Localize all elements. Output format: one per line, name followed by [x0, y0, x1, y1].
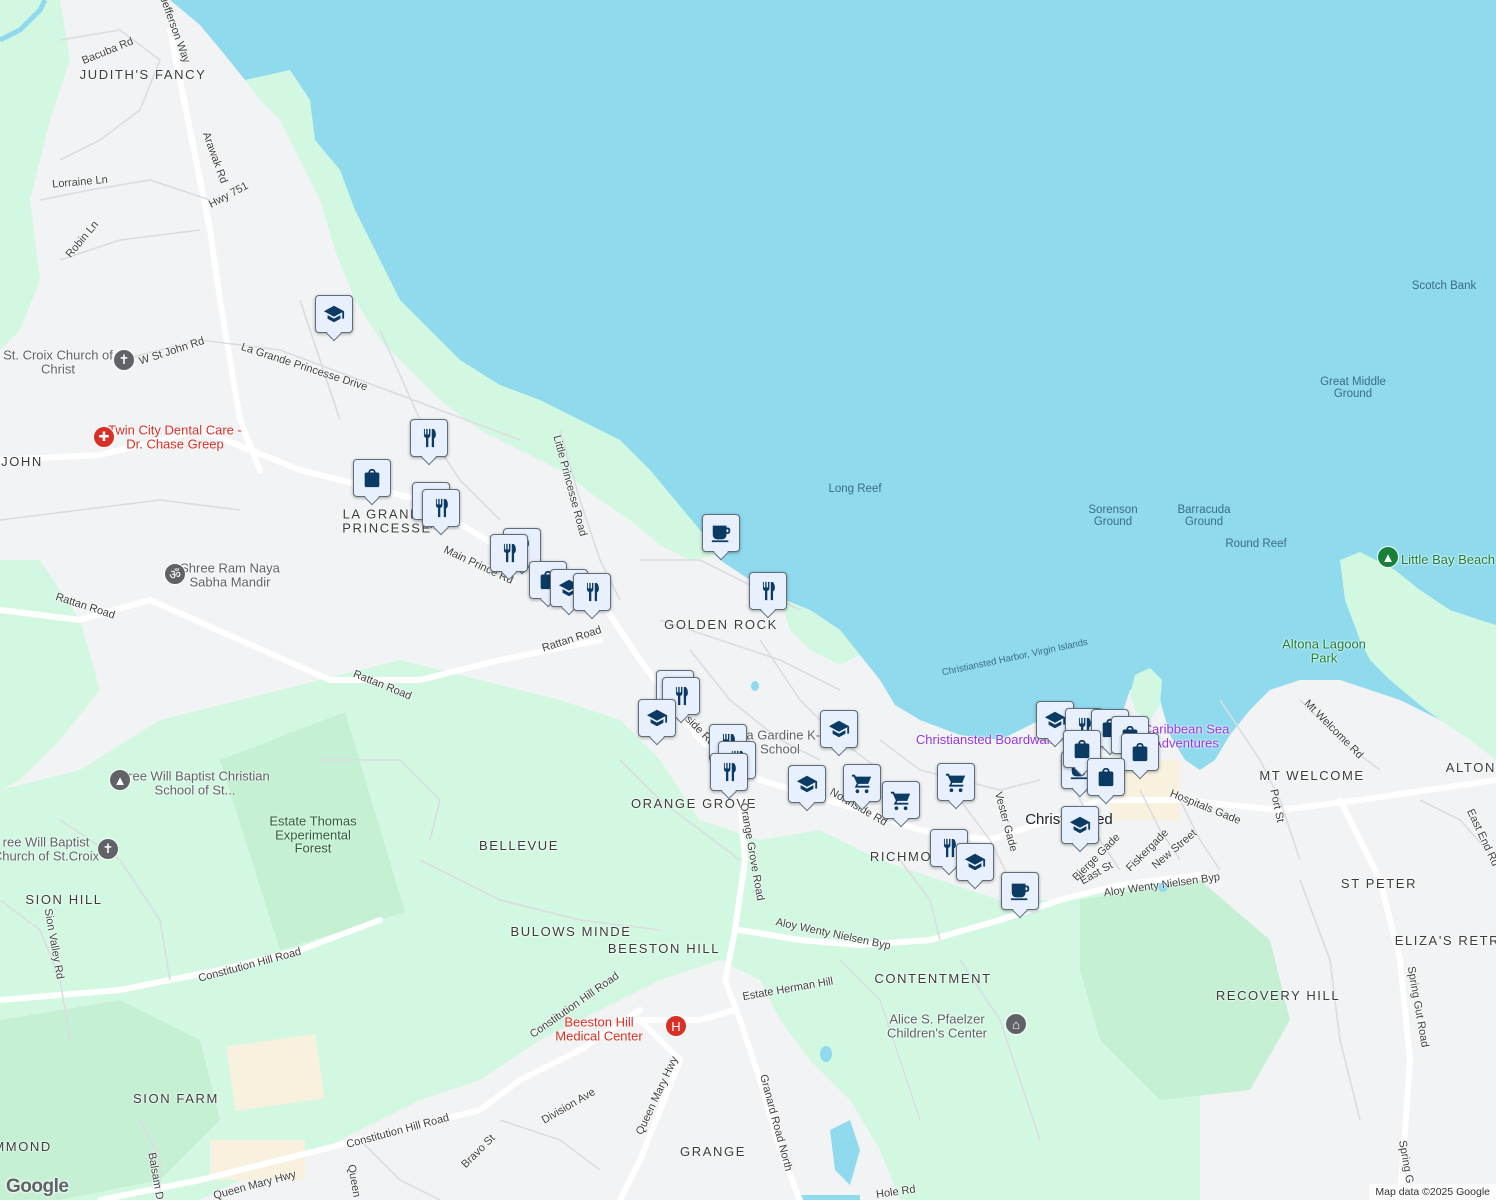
label-alice-pfaelzer[interactable]: Alice S. Pfaelzer Children's Center: [872, 1012, 1002, 1039]
school-icon: [827, 718, 851, 740]
school-marker[interactable]: [788, 765, 826, 803]
google-logo[interactable]: Google: [6, 1176, 69, 1198]
label-free-will-baptist-church[interactable]: ree Will Baptist Church of St.Croix: [0, 835, 101, 862]
label-sion-hill: SION HILL: [25, 892, 103, 908]
label-john: JOHN: [1, 454, 43, 470]
school-icon: [795, 773, 819, 795]
label-free-will-baptist-school[interactable]: Free Will Baptist Christian School of St…: [110, 769, 280, 796]
church-icon[interactable]: ✝: [97, 838, 119, 860]
park-icon[interactable]: ▲: [1377, 546, 1399, 568]
restaurant-marker[interactable]: [490, 534, 528, 572]
shopping-icon: [1129, 741, 1151, 763]
label-round-reef: Round Reef: [1225, 537, 1287, 550]
label-recovery-hill: RECOVERY HILL: [1215, 988, 1341, 1004]
restaurant-marker[interactable]: [710, 753, 748, 791]
restaurant-marker[interactable]: [749, 572, 787, 610]
label-golden-rock: GOLDEN ROCK: [664, 617, 778, 633]
school-icon: [322, 303, 346, 325]
grocery-marker[interactable]: [882, 781, 920, 819]
label-bellevue: BELLEVUE: [478, 838, 560, 854]
label-great-middle-ground: Great Middle Ground: [1320, 375, 1386, 400]
restaurant-icon: [757, 580, 779, 602]
map-attribution[interactable]: Map data ©2025 Google: [1369, 1184, 1496, 1200]
shopping-marker[interactable]: [1087, 758, 1125, 796]
restaurant-marker[interactable]: [410, 419, 448, 457]
school-marker[interactable]: [1061, 806, 1099, 844]
restaurant-marker[interactable]: [422, 489, 460, 527]
label-grange: GRANGE: [680, 1144, 746, 1160]
label-estate-thomas: Estate Thomas Experimental Forest: [269, 813, 357, 856]
label-scotch-bank: Scotch Bank: [1411, 279, 1477, 292]
school-marker[interactable]: [638, 699, 676, 737]
label-little-bay-beach[interactable]: Little Bay Beach: [1401, 553, 1495, 567]
hospital-icon[interactable]: H: [665, 1015, 687, 1037]
label-st-croix-church[interactable]: St. Croix Church of Christ: [3, 348, 113, 375]
shopping-marker[interactable]: [1121, 733, 1159, 771]
label-judiths-fancy: JUDITH'S FANCY: [79, 67, 207, 83]
school-icon: [1043, 709, 1067, 731]
label-mt-welcome: MT WELCOME: [1259, 768, 1365, 784]
school-icon: [645, 707, 669, 729]
label-contentment: CONTENTMENT: [874, 971, 992, 987]
pond-3: [751, 681, 759, 691]
school-icon: [963, 851, 987, 873]
grocery-icon: [889, 789, 913, 811]
temple-icon[interactable]: ॐ: [164, 563, 186, 585]
industrial-patch: [226, 1034, 325, 1111]
bottom-water: [800, 1195, 860, 1200]
cafe-icon: [1009, 880, 1031, 902]
label-sion-farm: SION FARM: [133, 1091, 219, 1107]
school-marker[interactable]: [315, 295, 353, 333]
restaurant-icon: [430, 497, 452, 519]
restaurant-icon: [418, 427, 440, 449]
grocery-marker[interactable]: [937, 763, 975, 801]
school-marker[interactable]: [956, 843, 994, 881]
restaurant-icon: [581, 581, 603, 603]
label-beeston-hill: BEESTON HILL: [607, 941, 721, 957]
map-canvas[interactable]: JUDITH'S FANCY LA GRANDE PRINCESSE JOHN GOL…: [0, 0, 1496, 1200]
restaurant-icon: [718, 761, 740, 783]
shopping-icon: [361, 467, 383, 489]
restaurant-icon: [498, 542, 520, 564]
church-icon[interactable]: ✝: [113, 349, 135, 371]
shopping-icon: [1095, 766, 1117, 788]
restaurant-marker[interactable]: [573, 573, 611, 611]
label-bulows-minde: BULOWS MINDE: [510, 924, 632, 940]
grocery-icon: [944, 771, 968, 793]
grocery-marker[interactable]: [843, 764, 881, 802]
school-icon[interactable]: ▲: [109, 769, 131, 791]
pond: [820, 1046, 832, 1062]
dentist-icon[interactable]: ✚: [93, 426, 115, 448]
label-long-reef: Long Reef: [828, 482, 882, 495]
label-twin-city-dental[interactable]: Twin City Dental Care - Dr. Chase Greep: [100, 423, 250, 450]
cafe-marker[interactable]: [702, 514, 740, 552]
shopping-marker[interactable]: [353, 459, 391, 497]
shopping-icon: [1071, 738, 1093, 760]
label-barracuda-ground: Barracuda Ground: [1177, 503, 1231, 528]
label-altona-lagoon-park[interactable]: Altona Lagoon Park: [1279, 637, 1369, 664]
cafe-icon: [710, 522, 732, 544]
label-elizas-retreat: ELIZA'S RETREAT: [1394, 933, 1496, 949]
label-st-peter: ST PETER: [1340, 876, 1418, 892]
label-hammond: HAMMOND: [0, 1139, 52, 1155]
grocery-icon: [850, 772, 874, 794]
museum-icon[interactable]: ⌂: [1005, 1013, 1027, 1035]
school-marker[interactable]: [820, 710, 858, 748]
cafe-marker[interactable]: [1001, 872, 1039, 910]
school-icon: [1068, 814, 1092, 836]
label-beeston-hill-medical[interactable]: Beeston Hill Medical Center: [544, 1015, 654, 1042]
label-sorenson-ground: Sorenson Ground: [1088, 503, 1138, 528]
label-altona: ALTONA: [1445, 760, 1496, 776]
